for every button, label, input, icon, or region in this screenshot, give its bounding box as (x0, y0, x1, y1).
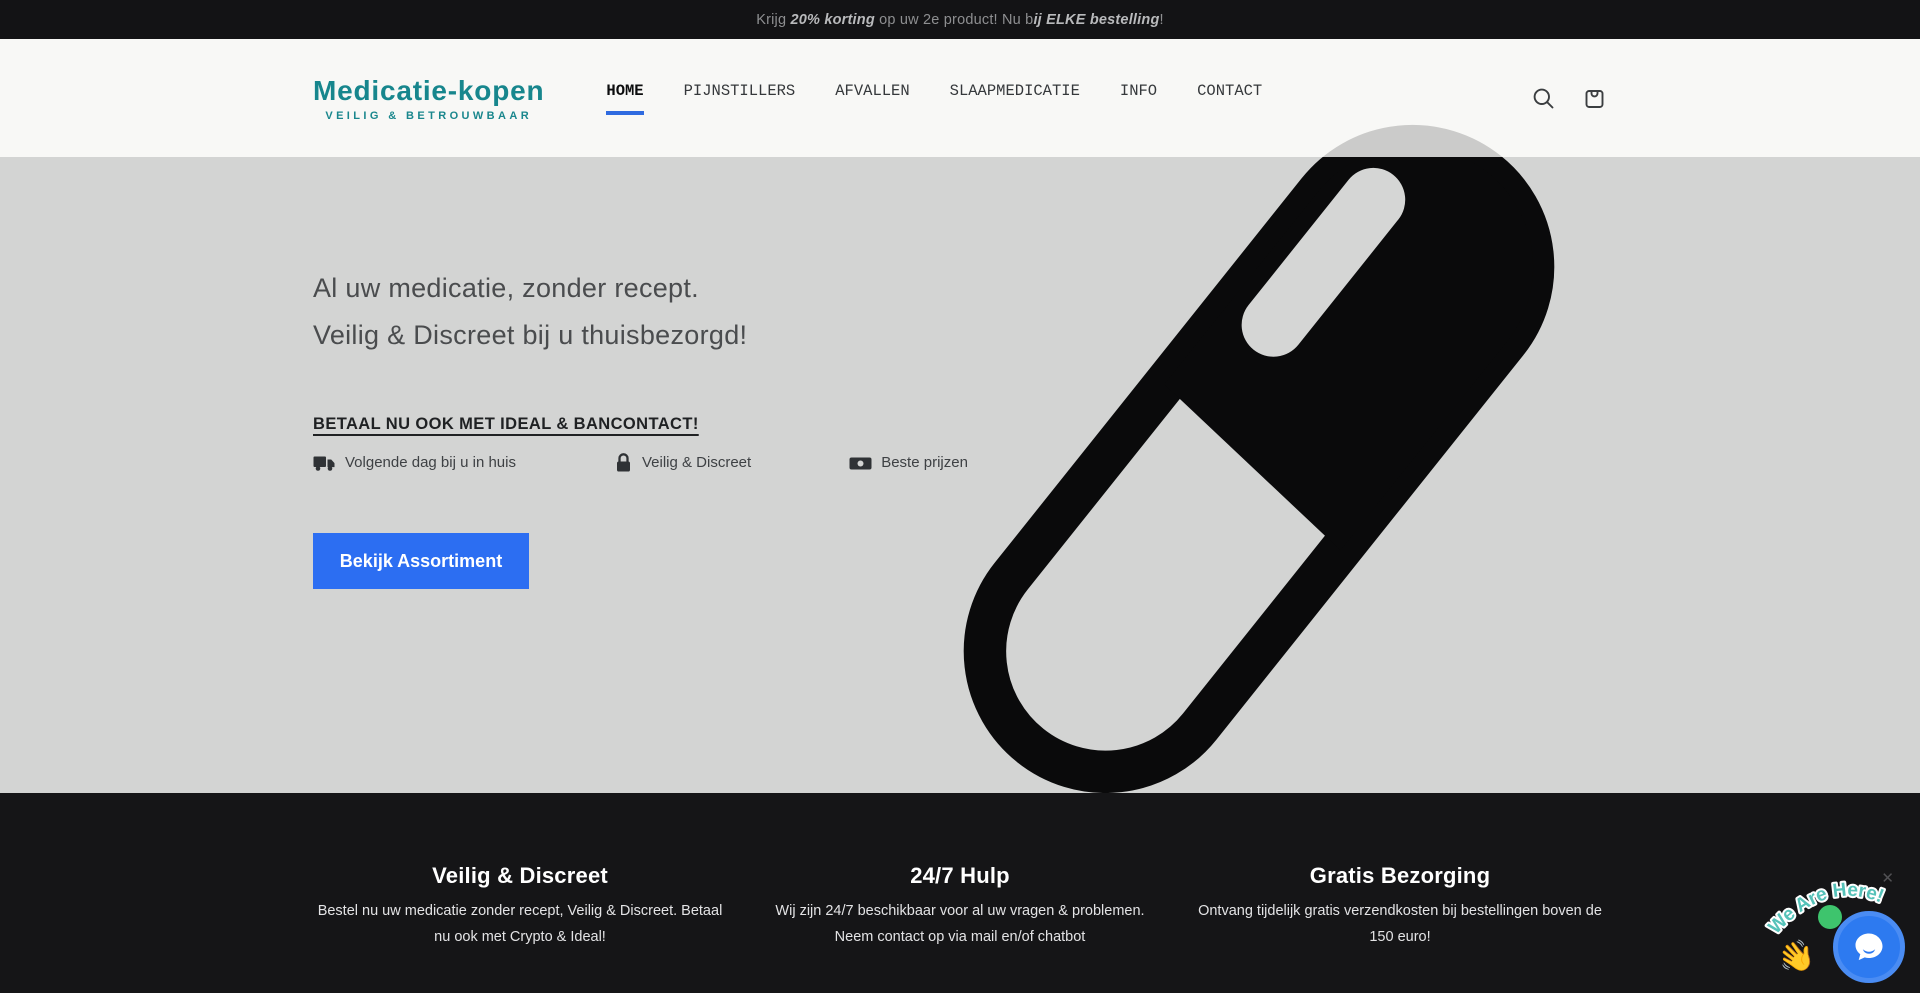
feature-best-prices: Beste prijzen (849, 453, 968, 473)
promo-middle: op uw 2e product! Nu b (875, 12, 1034, 28)
site-header: Medicatie-kopen VEILIG & BETROUWBAAR HOM… (0, 39, 1920, 157)
view-assortment-button[interactable]: Bekijk Assortiment (313, 533, 529, 589)
promo-discount: 20% korting (790, 12, 874, 28)
promo-banner: Krijg 20% korting op uw 2e product! Nu b… (0, 0, 1920, 39)
footer-column-veilig-discreet: Veilig & Discreet Bestel nu uw medicatie… (300, 863, 740, 950)
page: { "banner": { "prefix": "Krijg ", "highl… (0, 0, 1920, 993)
feature-label: Veilig & Discreet (642, 454, 751, 471)
cart-button[interactable] (1582, 86, 1607, 111)
lock-icon (614, 452, 633, 473)
footer-column-title: 24/7 Hulp (740, 863, 1180, 889)
nav-item-contact[interactable]: CONTACT (1197, 82, 1262, 115)
footer-column-text: Wij zijn 24/7 beschikbaar voor al uw vra… (740, 898, 1180, 924)
chat-bubble-icon (1848, 926, 1890, 968)
search-icon (1531, 86, 1556, 111)
main-nav: HOME PIJNSTILLERS AFVALLEN SLAAPMEDICATI… (606, 82, 1262, 115)
nav-item-home[interactable]: HOME (606, 82, 643, 115)
footer-column-title: Veilig & Discreet (300, 863, 740, 889)
hero-heading-line2: Veilig & Discreet bij u thuisbezorgd! (313, 312, 1607, 359)
promo-every-order: ij ELKE bestelling (1033, 12, 1159, 28)
footer-column-title: Gratis Bezorging (1180, 863, 1620, 889)
footer-column-text: 150 euro! (1180, 924, 1620, 950)
hero-content: Al uw medicatie, zonder recept. Veilig &… (313, 157, 1607, 589)
footer-column-text: Bestel nu uw medicatie zonder recept, Ve… (300, 898, 740, 924)
feature-list: Volgende dag bij u in huis Veilig & Disc… (313, 452, 1607, 473)
footer-column-bezorging: Gratis Bezorging Ontvang tijdelijk grati… (1180, 863, 1620, 950)
nav-item-pijnstillers[interactable]: PIJNSTILLERS (684, 82, 796, 115)
footer-columns: Veilig & Discreet Bestel nu uw medicatie… (300, 793, 1620, 950)
promo-text: Krijg 20% korting op uw 2e product! Nu b… (756, 12, 1164, 28)
shopping-bag-icon (1582, 86, 1607, 111)
truck-icon (313, 453, 336, 473)
header-inner: Medicatie-kopen VEILIG & BETROUWBAAR HOM… (313, 75, 1607, 122)
nav-item-afvallen[interactable]: AFVALLEN (835, 82, 909, 115)
nav-item-info[interactable]: INFO (1120, 82, 1157, 115)
footer-column-text: Neem contact op via mail en/of chatbot (740, 924, 1180, 950)
footer-column-hulp: 24/7 Hulp Wij zijn 24/7 beschikbaar voor… (740, 863, 1180, 950)
nav-item-slaapmedicatie[interactable]: SLAAPMEDICATIE (950, 82, 1080, 115)
logo-tagline: VEILIG & BETROUWBAAR (313, 110, 544, 122)
feature-safe-discreet: Veilig & Discreet (614, 452, 751, 473)
waving-hand-icon: 👋 (1774, 936, 1819, 979)
banknote-icon (849, 453, 872, 473)
footer-column-text: nu ook met Crypto & Ideal! (300, 924, 740, 950)
site-footer: Veilig & Discreet Bestel nu uw medicatie… (0, 793, 1920, 993)
online-indicator (1818, 905, 1842, 929)
logo-title: Medicatie-kopen (313, 75, 544, 107)
search-button[interactable] (1531, 86, 1556, 111)
feature-label: Beste prijzen (881, 454, 968, 471)
chat-button[interactable] (1833, 911, 1905, 983)
feature-label: Volgende dag bij u in huis (345, 454, 516, 471)
hero-section: Al uw medicatie, zonder recept. Veilig &… (0, 157, 1920, 793)
footer-column-text: Ontvang tijdelijk gratis verzendkosten b… (1180, 898, 1620, 924)
site-logo[interactable]: Medicatie-kopen VEILIG & BETROUWBAAR (313, 75, 544, 122)
feature-next-day-delivery: Volgende dag bij u in huis (313, 453, 516, 473)
hero-heading-line1: Al uw medicatie, zonder recept. (313, 265, 1607, 312)
promo-prefix: Krijg (756, 12, 790, 28)
chat-widget: ✕ We Are Here! 👋 (1764, 853, 1916, 987)
header-icons (1531, 86, 1607, 111)
payment-subheading: BETAAL NU OOK MET IDEAL & BANCONTACT! (313, 415, 699, 434)
promo-suffix: ! (1160, 12, 1164, 28)
